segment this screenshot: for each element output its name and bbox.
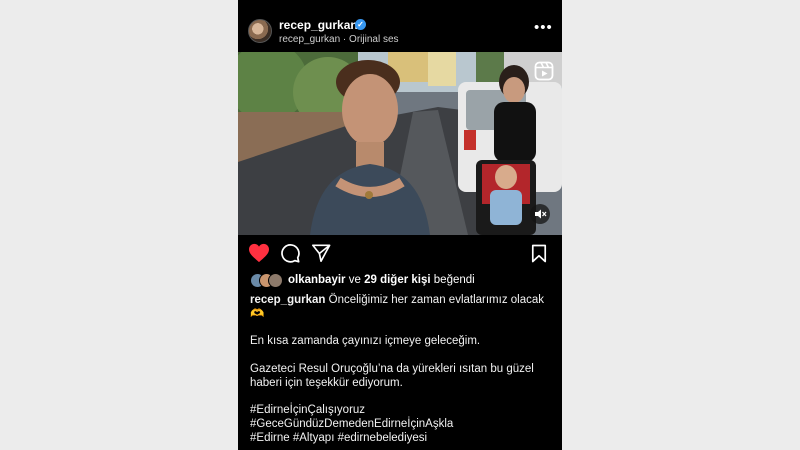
caption-author[interactable]: recep_gurkan <box>250 294 325 306</box>
caption-text: Önceliğimiz her zaman evlatlarımız olaca… <box>328 294 545 306</box>
likes-connector: ve <box>348 274 361 286</box>
reel-video[interactable] <box>238 52 562 235</box>
caption-emoji: 🫶 <box>250 308 265 320</box>
share-icon[interactable] <box>311 243 331 263</box>
hashtag-line-3[interactable]: #Edirne #Altyapı #edirnebelediyesi <box>250 431 550 445</box>
caption-paragraph-3a: Gazeteci Resul Oruçoğlu’na da yürekleri … <box>250 363 534 375</box>
hashtag-line-2[interactable]: #GeceGündüzDemedenEdirneİçinAşkla <box>250 417 550 431</box>
muted-icon <box>535 209 547 219</box>
more-icon[interactable]: ••• <box>534 20 553 35</box>
post-header: recep_gurkan ✓ recep_gurkan · Orijinal s… <box>238 14 562 50</box>
right-margin <box>562 0 800 450</box>
liker-username[interactable]: olkanbayir <box>288 274 346 286</box>
subtitle-separator: · <box>340 34 350 45</box>
verified-badge-icon: ✓ <box>355 19 366 30</box>
subtitle-username[interactable]: recep_gurkan <box>279 34 340 45</box>
post-username[interactable]: recep_gurkan <box>279 18 358 32</box>
hashtag-line-1[interactable]: #EdirneİçinÇalışıyoruz <box>250 403 550 417</box>
left-margin <box>0 0 238 450</box>
likes-others[interactable]: 29 diğer kişi <box>364 274 430 286</box>
bookmark-icon[interactable] <box>531 244 547 263</box>
instagram-post: recep_gurkan ✓ recep_gurkan · Orijinal s… <box>238 0 562 450</box>
video-frame <box>238 52 562 235</box>
caption-paragraph-3b: haberi için teşekkür ediyorum. <box>250 377 403 389</box>
post-subtitle: recep_gurkan · Orijinal ses <box>279 34 399 45</box>
heart-icon[interactable] <box>248 243 270 263</box>
reels-icon[interactable] <box>534 61 554 81</box>
comment-icon[interactable] <box>280 243 300 263</box>
caption-line-1: recep_gurkan Önceliğimiz her zaman evlat… <box>250 293 550 307</box>
liker-avatar <box>268 273 283 288</box>
likes-text: olkanbayir ve 29 diğer kişi beğendi <box>288 274 475 286</box>
mute-button[interactable] <box>530 204 550 224</box>
audio-label[interactable]: Orijinal ses <box>349 34 398 45</box>
profile-avatar[interactable] <box>248 19 272 43</box>
caption-paragraph-2: En kısa zamanda çayınızı içmeye geleceği… <box>250 335 481 347</box>
likes-suffix: beğendi <box>433 274 475 286</box>
